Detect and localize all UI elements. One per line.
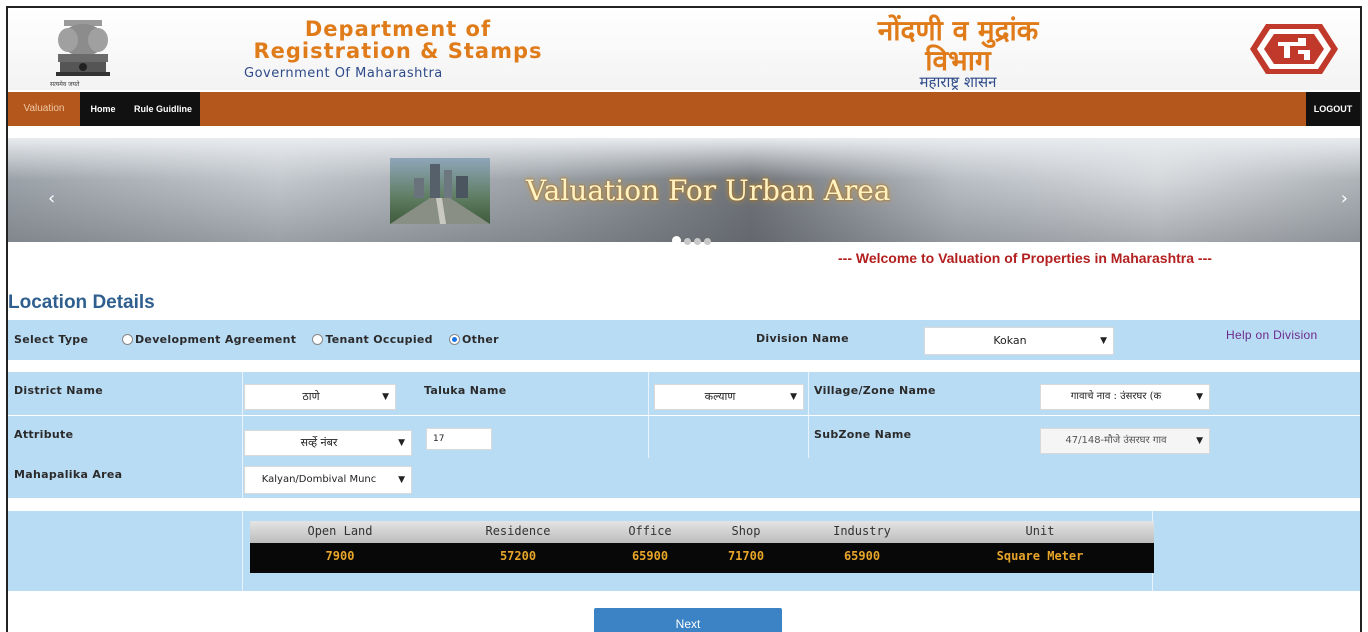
carousel-indicators [672,230,714,249]
chevron-down-icon: ▼ [1196,436,1203,446]
district-select-value: ठाणे [302,390,320,403]
mahapalika-select[interactable]: Kalyan/Dombival Munc ▼ [244,466,412,494]
row-divider [242,416,243,458]
chevron-down-icon: ▼ [398,475,405,485]
select-type-label: Select Type [14,333,89,346]
chevron-down-icon: ▼ [790,392,797,402]
nav-home[interactable]: Home [80,92,126,126]
rates-table-header: Open Land Residence Office Shop Industry… [250,521,1154,543]
top-nav: Valuation Home Rule Guidline LOGOUT [8,92,1360,126]
chevron-right-icon[interactable]: › [1341,188,1348,209]
header-residence: Residence [485,524,551,538]
site-header: सत्यमेव जयते Department of Registration … [8,8,1360,91]
marathi-title: नोंदणी व मुद्रांक विभाग [808,16,1108,76]
value-unit: Square Meter [996,549,1084,563]
rates-table: Open Land Residence Office Shop Industry… [250,521,1154,573]
row-divider [242,372,243,415]
next-button[interactable]: Next [594,608,782,632]
value-open-land: 7900 [325,549,355,563]
chevron-left-icon[interactable]: ‹ [48,188,55,209]
row-divider [808,372,809,415]
value-shop: 71700 [727,549,765,563]
nav-valuation[interactable]: Valuation [8,92,80,126]
row-divider [648,372,649,415]
department-subtitle: Government Of Maharashtra [244,66,443,81]
village-zone-select-value: गावाचे नाव : उंसरघर (क [1070,391,1162,402]
welcome-message: --- Welcome to Valuation of Properties i… [838,250,1212,266]
nav-rule-guideline[interactable]: Rule Guidline [126,92,200,126]
division-select[interactable]: Kokan ▼ [924,327,1114,355]
survey-number-value: 17 [433,434,445,444]
mahapalika-area-label: Mahapalika Area [14,468,123,481]
logout-button[interactable]: LOGOUT [1306,92,1360,126]
banner-city-image [390,158,490,224]
marathi-subtitle: महाराष्ट्र शासन [919,73,997,91]
radio-other[interactable] [448,333,460,345]
survey-number-input[interactable]: 17 [426,428,492,450]
department-title: Department of Registration & Stamps [188,18,608,62]
row-divider [242,458,243,498]
row-divider [648,416,649,458]
division-name-label: Division Name [756,332,849,345]
subzone-name-label: SubZone Name [814,428,912,441]
chevron-down-icon: ▼ [382,392,389,402]
district-row: District Name ठाणे ▼ Taluka Name कल्याण ▼ … [8,372,1360,415]
location-details-heading: Location Details [8,292,155,313]
district-select[interactable]: ठाणे ▼ [244,384,396,410]
city-skyline-icon [390,164,490,224]
banner-carousel: ‹ Valuation For Urban Area › [8,138,1360,245]
taluka-select[interactable]: कल्याण ▼ [654,384,804,410]
mahapalika-select-value: Kalyan/Dombival Munc [261,474,377,485]
mahapalika-row: Mahapalika Area Kalyan/Dombival Munc ▼ [8,458,1360,498]
header-unit: Unit [1025,524,1055,538]
radio-label-tenant-occupied: Tenant Occupied [325,333,433,346]
row-divider [242,511,243,591]
carousel-dot[interactable] [672,236,681,245]
village-zone-name-label: Village/Zone Name [814,384,936,397]
chevron-down-icon: ▼ [1196,392,1203,402]
value-industry: 65900 [843,549,881,563]
chevron-down-icon: ▼ [398,438,405,448]
value-residence: 57200 [499,549,537,563]
banner-title: Valuation For Urban Area [526,174,891,207]
taluka-name-label: Taluka Name [424,384,507,397]
national-emblem-icon [56,20,110,76]
village-zone-select[interactable]: गावाचे नाव : उंसरघर (क ▼ [1040,384,1210,410]
attribute-select-value: सर्व्हे नंबर [300,436,338,449]
radio-development-agreement[interactable] [122,333,133,345]
attribute-row: Attribute सर्व्हे नंबर ▼ 17 SubZone Name … [8,416,1360,458]
emblem-caption: सत्यमेव जयते [50,81,80,88]
radio-label-development-agreement: Development Agreement [135,333,297,346]
row-divider [808,416,809,458]
radio-tenant-occupied[interactable] [312,333,324,345]
taluka-select-value: कल्याण [704,390,736,403]
district-name-label: District Name [14,384,103,397]
select-type-row: Select Type Development Agreement Tenant… [8,320,1360,360]
attribute-label: Attribute [14,428,74,441]
chevron-down-icon: ▼ [1100,336,1107,346]
division-select-value: Kokan [993,334,1027,347]
subzone-select[interactable]: 47/148-मौजे उंसरघर गाव ▼ [1040,428,1210,454]
header-industry: Industry [833,524,891,538]
header-office: Office [628,524,672,538]
header-open-land: Open Land [307,524,373,538]
value-office: 65900 [631,549,669,563]
marathi-title-line1: नोंदणी व मुद्रांक [877,14,1039,47]
select-type-options: Development Agreement Tenant Occupied Ot… [122,333,499,346]
radio-label-other: Other [461,333,499,346]
carousel-dot[interactable] [704,238,711,245]
rates-table-row: 7900 57200 65900 71700 65900 Square Mete… [250,543,1154,573]
page-frame: सत्यमेव जयते Department of Registration … [6,6,1362,632]
carousel-dot[interactable] [694,238,701,245]
attribute-select[interactable]: सर्व्हे नंबर ▼ [244,430,412,456]
department-title-line2: Registration & Stamps [253,39,543,63]
department-logo-icon [1250,24,1338,74]
carousel-dot[interactable] [684,238,691,245]
subzone-select-value: 47/148-मौजे उंसरघर गाव [1065,435,1167,446]
help-on-division-link[interactable]: Help on Division [1226,328,1318,342]
header-shop: Shop [731,524,761,538]
department-title-line1: Department of [304,17,492,41]
